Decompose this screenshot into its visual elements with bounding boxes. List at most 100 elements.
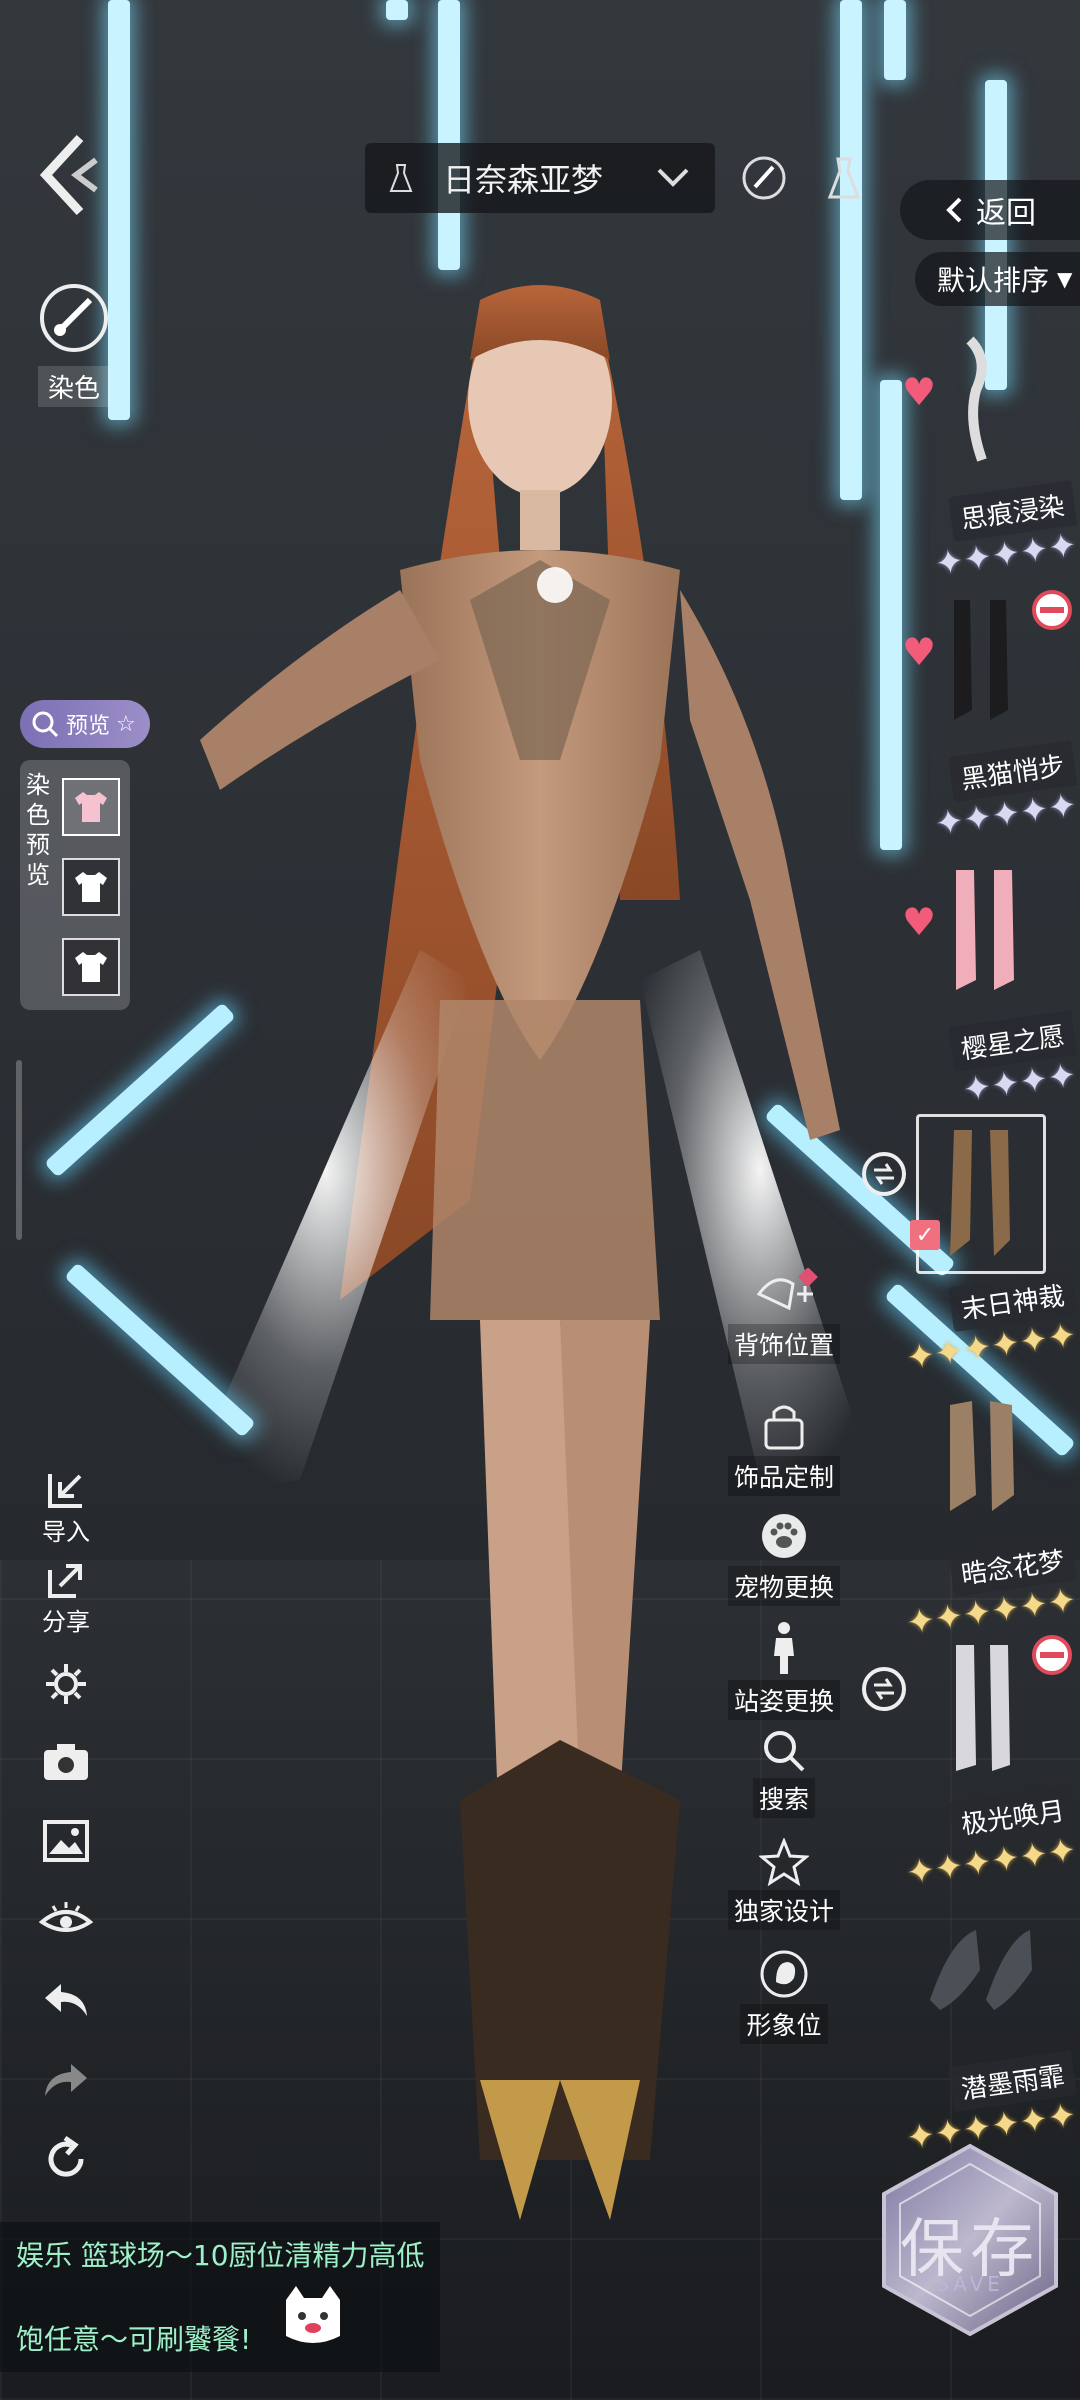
search-button[interactable]: 搜索 [724, 1728, 844, 1818]
profile-icon [760, 1950, 808, 1998]
accessory-custom-button[interactable]: 饰品定制 [724, 1400, 844, 1496]
save-sub-label: SAVE [936, 2272, 1004, 2296]
action-label: 背饰位置 [727, 1324, 840, 1364]
item-thumbnail [930, 1930, 1032, 2010]
action-label: 站姿更换 [727, 1680, 840, 1720]
character-name: 日奈森亚梦 [443, 161, 604, 199]
cat-emoji-icon [286, 2286, 340, 2343]
neon-light [438, 0, 460, 270]
action-label: 独家设计 [727, 1890, 840, 1930]
item-thumbnail [956, 1645, 1010, 1771]
outfit-item[interactable]: 潜墨雨霏 ✦ ✦ ✦ ✦ ✦ ✦ [880, 1900, 1080, 2160]
neon-light [64, 1262, 256, 1438]
item-thumbnail [954, 600, 1008, 720]
exclusive-design-button[interactable]: 独家设计 [724, 1838, 844, 1930]
import-icon [48, 1474, 82, 1508]
chevron-left-icon [39, 134, 98, 216]
undo-button[interactable] [28, 1978, 104, 2022]
heart-icon[interactable]: ♥ [902, 900, 936, 944]
save-button[interactable]: 保存 SAVE [870, 2140, 1070, 2340]
pet-change-button[interactable]: 宠物更换 [724, 1510, 844, 1606]
sort-label: 默认排序 [937, 264, 1050, 297]
outfit-item[interactable]: ♥ 思痕浸染 ✦ ✦ ✦ ✦ ✦ [880, 330, 1080, 590]
check-icon: ✓ [910, 1220, 940, 1250]
import-button[interactable]: 导入 [28, 1468, 104, 1547]
dye-label: 染色 [37, 366, 110, 407]
chevron-down-icon [657, 168, 689, 187]
neon-light [884, 0, 906, 80]
gear-icon [46, 1664, 86, 1704]
return-button[interactable]: 返回 [900, 180, 1080, 240]
chat-box[interactable]: 娱乐 篮球场～10厨位清精力高低 饱任意～可刷饕餮! [0, 2222, 440, 2372]
character-selector[interactable]: 日奈森亚梦 [365, 143, 715, 213]
scroll-rail[interactable] [16, 1060, 22, 1240]
caret-down-icon: ▼ [1057, 267, 1073, 291]
edit-outfit-button[interactable] [734, 148, 794, 208]
dye-preview-slot[interactable] [62, 858, 120, 916]
shirt-icon [75, 952, 107, 982]
neon-light [44, 1002, 236, 1178]
swap-icon[interactable] [860, 1150, 908, 1198]
back-accessory-position-button[interactable]: 背饰位置 [724, 1268, 844, 1364]
outfit-button[interactable] [814, 148, 874, 208]
search-icon [764, 1731, 805, 1772]
action-label: 宠物更换 [727, 1566, 840, 1606]
outfit-item[interactable]: ✓ 末日神裁 ✦ ✦ ✦ ✦ ✦ ✦ [862, 1114, 1080, 1380]
accessory-lock-icon [764, 1405, 804, 1450]
share-icon [48, 1564, 82, 1598]
swap-icon[interactable] [860, 1665, 908, 1713]
heart-icon[interactable]: ♥ [902, 370, 936, 414]
dye-preview-slot[interactable] [62, 938, 120, 996]
dress-icon [389, 164, 413, 192]
star-icon [759, 1838, 809, 1886]
profile-slot-button[interactable]: 形象位 [724, 1948, 844, 2044]
camera-icon [44, 1744, 88, 1780]
redo-icon [45, 2064, 87, 2096]
no-entry-icon [1032, 1635, 1072, 1675]
search-icon [32, 711, 59, 738]
shirt-icon [75, 792, 107, 822]
chevron-left-icon [946, 197, 962, 223]
person-stand-icon [774, 1622, 794, 1674]
gallery-button[interactable] [28, 1818, 104, 1864]
neon-light [386, 0, 408, 20]
reset-icon [48, 2135, 84, 2177]
settings-button[interactable] [28, 1660, 104, 1708]
paw-icon [762, 1514, 806, 1558]
camera-button[interactable] [28, 1740, 104, 1784]
preview-label: 预览 [66, 714, 111, 739]
item-thumbnail [956, 870, 1014, 990]
outfit-item[interactable]: ♥ 黑猫悄步 ✦ ✦ ✦ ✦ ✦ [880, 590, 1080, 850]
dye-preview-slot[interactable] [62, 778, 120, 836]
action-label: 搜索 [752, 1778, 815, 1818]
return-label: 返回 [976, 196, 1036, 231]
dye-palette-icon [40, 284, 108, 352]
outfit-item[interactable]: 晧念花梦 ✦ ✦ ✦ ✦ ✦ ✦ [880, 1385, 1080, 1645]
dye-preview-panel: 染色预览 [20, 760, 130, 1010]
outfit-item[interactable]: ♥ 樱星之愿 ✦ ✦ ✦ ✦ [880, 860, 1080, 1120]
pose-change-button[interactable]: 站姿更换 [724, 1620, 844, 1720]
share-label: 分享 [42, 1608, 90, 1636]
reset-button[interactable] [28, 2134, 104, 2184]
neon-light [840, 0, 862, 500]
eye-icon [39, 1902, 93, 1932]
back-arrow-button[interactable] [36, 130, 106, 220]
no-entry-icon [1032, 590, 1072, 630]
outfit-item[interactable]: 极光唤月 ✦ ✦ ✦ ✦ ✦ ✦ [862, 1635, 1080, 1895]
brush-icon [742, 156, 786, 200]
chat-line: 娱乐 篮球场～10厨位清精力高低 [16, 2239, 425, 2272]
preview-toggle[interactable]: 预览 ☆ [20, 700, 150, 748]
undo-icon [45, 1984, 87, 2016]
redo-button[interactable] [28, 2058, 104, 2102]
image-icon [43, 1820, 89, 1862]
item-thumbnail [950, 1401, 1014, 1511]
hide-ui-button[interactable] [28, 1900, 104, 1940]
action-label: 饰品定制 [727, 1456, 840, 1496]
shirt-icon [75, 872, 107, 902]
dye-preview-label: 染色预览 [26, 771, 50, 889]
share-button[interactable]: 分享 [28, 1558, 104, 1637]
sort-dropdown[interactable]: 默认排序 ▼ [915, 252, 1080, 306]
heart-icon[interactable]: ♥ [902, 630, 936, 674]
dye-button[interactable]: 染色 [24, 280, 124, 407]
star-icon: ☆ [116, 711, 136, 737]
